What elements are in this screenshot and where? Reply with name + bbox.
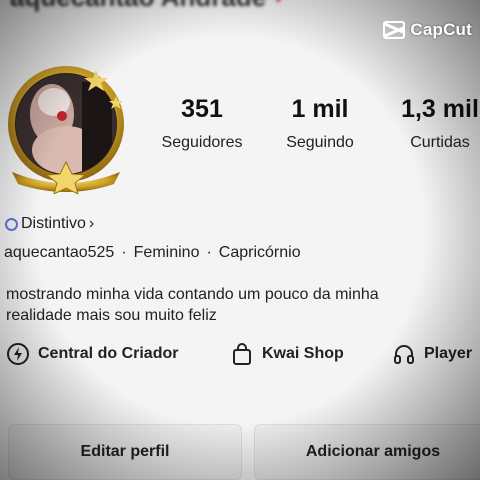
profile-name-header: aquecantao Andrade ♥ xyxy=(10,0,283,13)
zodiac-sign: Capricórnio xyxy=(218,244,301,261)
followers-label: Seguidores xyxy=(161,134,243,151)
capcut-watermark: CapCut xyxy=(383,20,472,40)
username: aquecantao525 xyxy=(4,244,115,261)
likes-label: Curtidas xyxy=(410,134,470,151)
badge-icon xyxy=(5,217,18,231)
followers-stat[interactable]: 351 Seguidores xyxy=(152,95,252,152)
player-link[interactable]: Player xyxy=(392,342,472,366)
chevron-right-icon: › xyxy=(88,215,95,232)
shopping-bag-icon xyxy=(233,343,251,365)
profile-info-line: aquecantao525 · Feminino · Capricórnio xyxy=(4,244,301,262)
badge-link[interactable]: Distintivo › xyxy=(5,215,94,233)
following-count: 1 mil xyxy=(291,95,349,123)
separator-dot: · xyxy=(206,244,212,261)
creator-center-link[interactable]: Central do Criador xyxy=(6,342,178,366)
shortcut-label: Central do Criador xyxy=(38,345,179,362)
kwai-shop-link[interactable]: Kwai Shop xyxy=(230,342,344,366)
avatar-gold-frame xyxy=(8,66,124,195)
likes-count: 1,3 mil xyxy=(401,95,479,123)
badge-label: Distintivo xyxy=(21,215,86,232)
gender: Feminino xyxy=(133,244,200,261)
bio: mostrando minha vida contando um pouco d… xyxy=(6,284,476,326)
bio-line: realidade mais sou muito feliz xyxy=(6,307,217,324)
profile-screen: aquecantao Andrade ♥ xyxy=(0,0,480,480)
following-label: Seguindo xyxy=(286,134,354,151)
add-friends-button[interactable]: Adicionar amigos xyxy=(254,424,480,480)
capcut-brand: CapCut xyxy=(410,20,472,39)
capcut-logo-icon xyxy=(383,21,406,39)
profile-name: aquecantao Andrade xyxy=(10,0,266,12)
shortcut-label: Player xyxy=(424,345,473,362)
separator-dot: · xyxy=(121,244,127,261)
shortcut-label: Kwai Shop xyxy=(262,345,344,362)
creator-bolt-icon xyxy=(7,343,29,365)
heart-icon: ♥ xyxy=(273,0,283,7)
headphones-icon xyxy=(394,345,414,364)
bio-line: mostrando minha vida contando um pouco d… xyxy=(6,286,379,303)
following-stat[interactable]: 1 mil Seguindo xyxy=(272,95,368,152)
followers-count: 351 xyxy=(181,95,223,123)
likes-stat[interactable]: 1,3 mil Curtidas xyxy=(390,95,480,152)
avatar[interactable] xyxy=(4,62,128,195)
edit-profile-button[interactable]: Editar perfil xyxy=(8,424,242,480)
